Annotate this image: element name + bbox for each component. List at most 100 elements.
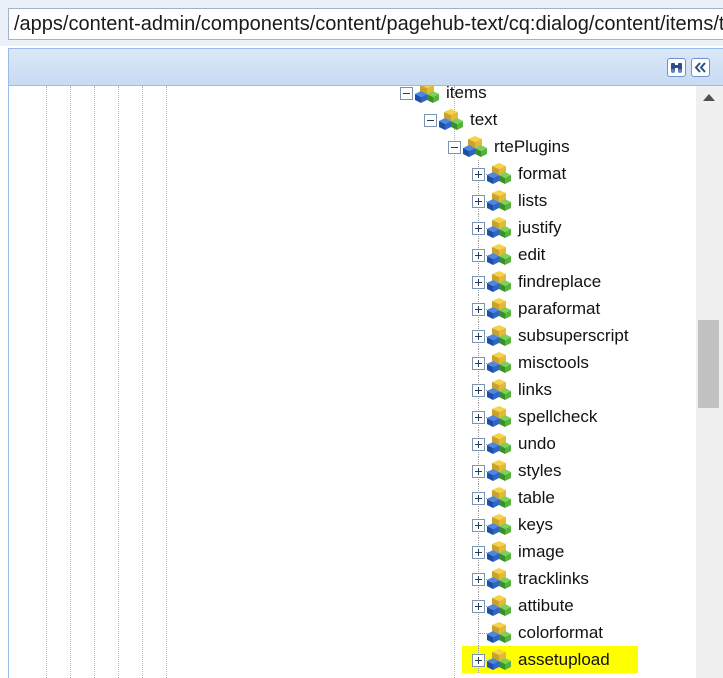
- expand-toggle-icon[interactable]: [472, 330, 485, 343]
- tree-node-edit[interactable]: edit: [472, 241, 652, 268]
- tree-guide-line: [166, 86, 167, 678]
- double-chevron-left-icon: [694, 62, 706, 73]
- tree-node-spellcheck[interactable]: spellcheck: [472, 403, 652, 430]
- tree-node-label: styles: [518, 461, 562, 480]
- node-cubes-icon: [415, 86, 439, 103]
- tree-node-image[interactable]: image: [472, 538, 652, 565]
- collapse-toggle-icon[interactable]: [448, 141, 461, 154]
- expand-toggle-icon[interactable]: [472, 303, 485, 316]
- node-cubes-icon: [487, 244, 511, 265]
- tree-node-label: lists: [518, 191, 548, 210]
- tree-node-misctools[interactable]: misctools: [472, 349, 652, 376]
- tree-node-justify[interactable]: justify: [472, 214, 652, 241]
- node-cubes-icon: [487, 352, 511, 373]
- node-cubes-icon: [487, 568, 511, 589]
- tree-node-label: items: [446, 86, 487, 102]
- node-cubes-icon: [463, 136, 487, 157]
- tree-guide-line: [70, 86, 71, 678]
- tree-scrollbar[interactable]: [696, 86, 723, 678]
- tree-node-label: tracklinks: [518, 569, 589, 588]
- tree-node-keys[interactable]: keys: [472, 511, 652, 538]
- node-cubes-icon: [487, 406, 511, 427]
- tree-node-label: links: [518, 380, 553, 399]
- tree-panel-header: [8, 48, 723, 86]
- collapse-toggle-icon[interactable]: [424, 114, 437, 127]
- tree-node-undo[interactable]: undo: [472, 430, 652, 457]
- expand-toggle-icon[interactable]: [472, 411, 485, 424]
- tree-node-attibute[interactable]: attibute: [472, 592, 652, 619]
- node-cubes-icon: [487, 460, 511, 481]
- tree-node-label: keys: [518, 515, 553, 534]
- node-cubes-icon: [487, 217, 511, 238]
- tree-node-label: assetupload: [518, 650, 610, 669]
- node-cubes-icon: [487, 514, 511, 535]
- tree-node-label: attibute: [518, 596, 574, 615]
- tree-node-findreplace[interactable]: findreplace: [472, 268, 652, 295]
- collapse-panel-button[interactable]: [691, 58, 710, 77]
- binoculars-icon: [671, 63, 682, 73]
- tree-node-tracklinks[interactable]: tracklinks: [472, 565, 652, 592]
- expand-toggle-icon[interactable]: [472, 465, 485, 478]
- tree-node-format[interactable]: format: [472, 160, 652, 187]
- tree-node-label: undo: [518, 434, 556, 453]
- node-cubes-icon: [439, 109, 463, 130]
- tree-node-links[interactable]: links: [472, 376, 652, 403]
- node-cubes-icon: [487, 379, 511, 400]
- expand-toggle-icon[interactable]: [472, 600, 485, 613]
- tree-node-label: colorformat: [518, 623, 604, 642]
- tree-guide-line: [94, 86, 95, 678]
- expand-toggle-icon[interactable]: [472, 168, 485, 181]
- scroll-up-arrow-icon[interactable]: [703, 94, 715, 101]
- node-cubes-icon: [487, 649, 511, 670]
- expand-toggle-icon[interactable]: [472, 546, 485, 559]
- tree-guide-line: [46, 86, 47, 678]
- tree-guide-line: [118, 86, 119, 678]
- node-cubes-icon: [487, 433, 511, 454]
- find-button[interactable]: [667, 58, 686, 77]
- expand-toggle-icon[interactable]: [472, 249, 485, 262]
- tree-node-label: image: [518, 542, 565, 561]
- node-cubes-icon: [487, 190, 511, 211]
- node-cubes-icon: [487, 325, 511, 346]
- tree-node-assetupload-inner: assetupload: [472, 646, 628, 673]
- collapse-toggle-icon[interactable]: [400, 87, 413, 100]
- repository-tree: items text rtePlugins format lists justi…: [8, 86, 697, 678]
- path-bar: /apps/content-admin/components/content/p…: [0, 0, 723, 46]
- expand-toggle-icon[interactable]: [472, 492, 485, 505]
- tree-node-colorformat[interactable]: colorformat: [472, 619, 652, 646]
- node-cubes-icon: [487, 541, 511, 562]
- tree-node-items[interactable]: items: [400, 86, 510, 106]
- node-cubes-icon: [487, 595, 511, 616]
- tree-node-label: edit: [518, 245, 546, 264]
- tree-node-text[interactable]: text: [424, 106, 534, 133]
- scroll-thumb[interactable]: [698, 320, 719, 408]
- tree-node-subsuperscript[interactable]: subsuperscript: [472, 322, 652, 349]
- tree-guide-line: [454, 86, 455, 678]
- expand-toggle-icon[interactable]: [472, 573, 485, 586]
- expand-toggle-icon[interactable]: [472, 195, 485, 208]
- node-cubes-icon: [487, 271, 511, 292]
- tree-node-label: format: [518, 164, 567, 183]
- tree-node-assetupload[interactable]: assetupload: [462, 646, 638, 673]
- tree-node-label: text: [470, 110, 498, 129]
- tree-node-paraformat[interactable]: paraformat: [472, 295, 652, 322]
- tree-node-label: justify: [518, 218, 562, 237]
- node-cubes-icon: [487, 622, 511, 643]
- tree-guide-line: [142, 86, 143, 678]
- tree-node-styles[interactable]: styles: [472, 457, 652, 484]
- tree-node-lists[interactable]: lists: [472, 187, 652, 214]
- expand-toggle-icon[interactable]: [472, 222, 485, 235]
- expand-toggle-icon[interactable]: [472, 276, 485, 289]
- expand-toggle-icon[interactable]: [472, 654, 485, 667]
- tree-node-label: paraformat: [518, 299, 601, 318]
- expand-toggle-icon[interactable]: [472, 357, 485, 370]
- expand-toggle-icon[interactable]: [472, 438, 485, 451]
- node-cubes-icon: [487, 487, 511, 508]
- tree-node-table[interactable]: table: [472, 484, 652, 511]
- tree-node-label: subsuperscript: [518, 326, 629, 345]
- path-input[interactable]: /apps/content-admin/components/content/p…: [8, 8, 723, 40]
- tree-node-rteplugins[interactable]: rtePlugins: [448, 133, 588, 160]
- expand-toggle-icon[interactable]: [472, 384, 485, 397]
- expand-toggle-icon[interactable]: [472, 519, 485, 532]
- tree-node-label: misctools: [518, 353, 589, 372]
